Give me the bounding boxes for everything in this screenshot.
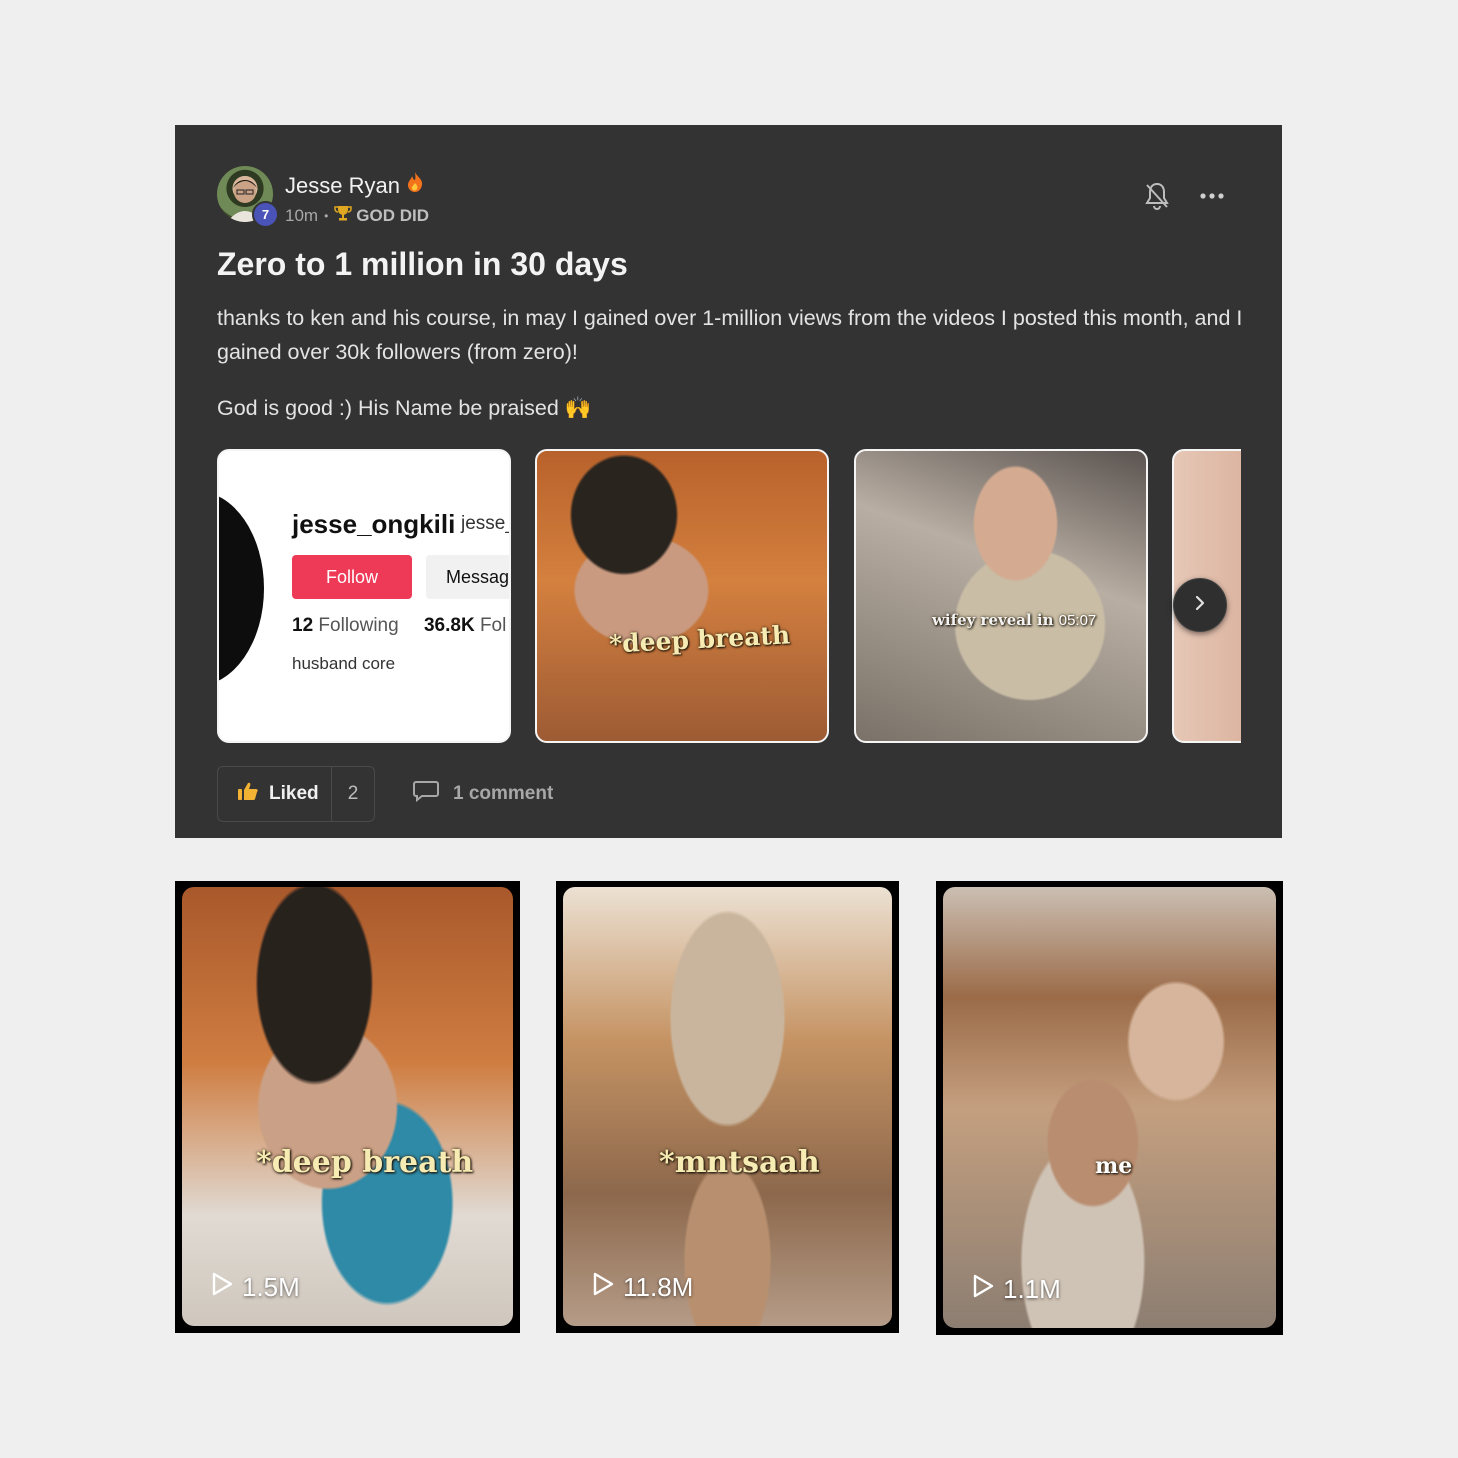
media-carousel: jesse_ongkili jesse_ Follow Messag 12 Fo… (217, 449, 1241, 743)
profile-username: jesse_ongkili (292, 509, 456, 539)
group-name: GOD DID (356, 205, 430, 225)
post-card: 7 Jesse Ryan 10m • GOD DID Zero to 1 mil… (175, 125, 1282, 838)
liked-label: Liked (269, 783, 319, 804)
chevron-right-icon (1191, 594, 1209, 617)
level-badge: 7 (252, 201, 279, 228)
profile-bio: husband core (292, 654, 396, 673)
following-count: 12 (292, 615, 314, 636)
post-meta: 10m • GOD DID (285, 204, 429, 227)
video-thumbnail: me 1.1M (943, 887, 1276, 1328)
trophy-icon (334, 204, 353, 227)
view-count: 11.8M (591, 1271, 693, 1304)
video-caption: *deep breath (608, 620, 791, 659)
more-horizontal-icon[interactable] (1197, 183, 1227, 209)
video-thumbnail: *deep breath 1.5M (182, 887, 513, 1326)
video-caption: *deep breath (256, 1145, 474, 1180)
media-slide-profile[interactable]: jesse_ongkili jesse_ Follow Messag 12 Fo… (217, 449, 511, 743)
play-icon (591, 1271, 615, 1304)
view-count: 1.5M (210, 1271, 300, 1304)
post-time: 10m (285, 205, 319, 225)
play-icon (210, 1271, 234, 1304)
post-paragraph: thanks to ken and his course, in may I g… (217, 306, 1243, 364)
video-tile[interactable]: *deep breath 1.5M (175, 881, 520, 1333)
view-count-text: 1.5M (242, 1272, 300, 1302)
profile-username-secondary: jesse_ (461, 513, 511, 534)
author-name-text: Jesse Ryan (285, 173, 400, 198)
video-tile[interactable]: me 1.1M (936, 881, 1283, 1335)
profile-follow-button: Follow (292, 555, 412, 599)
view-count-text: 11.8M (623, 1272, 694, 1302)
followers-label: Fol (479, 615, 507, 636)
view-count: 1.1M (971, 1273, 1061, 1306)
video-tile[interactable]: *mntsaah 11.8M (556, 881, 899, 1333)
comment-label: 1 comment (453, 783, 554, 804)
comment-icon (413, 780, 439, 808)
bell-off-icon[interactable] (1143, 181, 1171, 211)
post-title: Zero to 1 million in 30 days (217, 246, 628, 282)
video-caption: *mntsaah (659, 1145, 820, 1180)
like-button[interactable]: Liked 2 (217, 766, 375, 822)
fire-icon (406, 171, 424, 199)
media-slide-video[interactable]: wifey reveal in 05:07 (854, 449, 1148, 743)
following-label: Following (318, 615, 399, 636)
author-name[interactable]: Jesse Ryan (285, 171, 424, 199)
play-icon (971, 1273, 995, 1306)
group-tag[interactable]: GOD DID (334, 204, 429, 227)
video-timestamp: 05:07 (1058, 612, 1097, 629)
video-thumbnail: *mntsaah 11.8M (563, 887, 892, 1326)
carousel-next-button[interactable] (1173, 578, 1227, 632)
followers-count: 36.8K (423, 615, 475, 636)
media-slide-video[interactable]: *deep breath (535, 449, 829, 743)
like-toggle[interactable]: Liked (218, 767, 332, 821)
post-paragraph: God is good :) His Name be praised 🙌 (217, 396, 592, 420)
video-caption-text: wifey reveal in (932, 611, 1054, 629)
separator-dot: • (324, 208, 329, 223)
video-caption: wifey reveal in 05:07 (932, 611, 1096, 629)
profile-message-button: Messag (426, 555, 509, 599)
like-count: 2 (347, 783, 359, 804)
profile-stats: 12 Following 36.8K Fol (292, 615, 506, 637)
post-body: thanks to ken and his course, in may I g… (217, 301, 1247, 425)
profile-picture (219, 491, 264, 686)
comment-button[interactable]: 1 comment (413, 780, 553, 808)
video-caption: me (1095, 1153, 1133, 1179)
view-count-text: 1.1M (1003, 1274, 1061, 1304)
thumbs-up-icon (237, 781, 259, 807)
